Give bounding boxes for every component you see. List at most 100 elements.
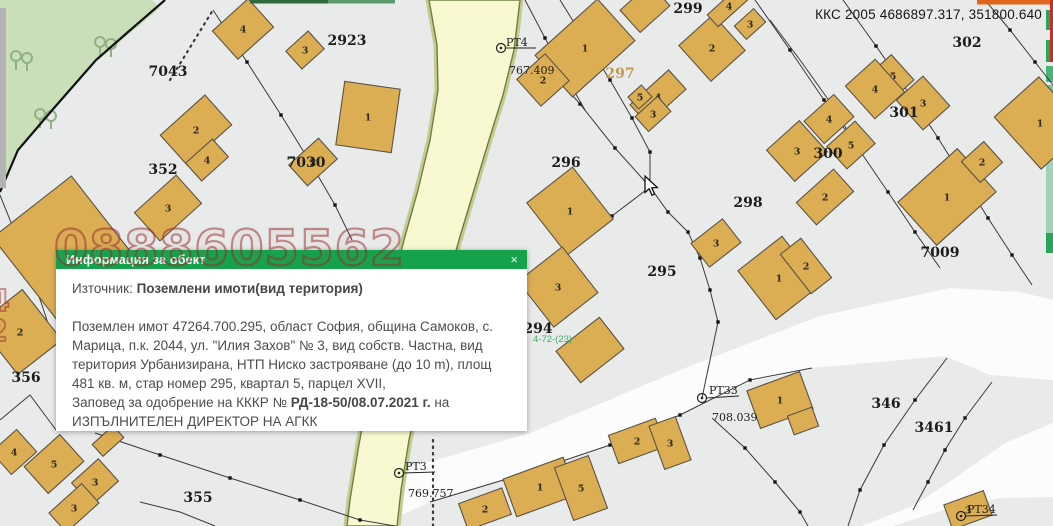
survey-marker-dot xyxy=(858,488,861,491)
building-number: 2 xyxy=(803,262,810,273)
survey-marker-dot xyxy=(963,416,966,419)
building-number: 5 xyxy=(578,484,585,495)
order-suffix: на xyxy=(431,395,450,410)
parcel-label: 356 xyxy=(11,370,40,386)
building-number: 5 xyxy=(637,93,644,104)
floor-annotation: 4-72-(23) xyxy=(533,334,572,345)
building-number: 2 xyxy=(482,505,489,516)
survey-point-center xyxy=(960,515,963,518)
parcel-label: 346 xyxy=(871,396,900,412)
building-number: 4 xyxy=(872,85,879,96)
building-number: 1 xyxy=(365,113,372,124)
survey-marker-dot xyxy=(943,448,946,451)
parcel-label: 296 xyxy=(551,155,580,171)
survey-marker-dot xyxy=(748,378,751,381)
building-number: 3 xyxy=(713,239,720,250)
survey-marker-dot xyxy=(882,443,885,446)
survey-marker-dot xyxy=(708,288,711,291)
parcel-description: Поземлен имот 47264.700.295, област Софи… xyxy=(72,319,493,391)
survey-point-name: РТ4 xyxy=(506,36,528,49)
parcel-label: 355 xyxy=(183,490,212,506)
popup-title: Информация за обект xyxy=(56,253,206,267)
parcel-label: 299 xyxy=(673,1,702,17)
building-number: 3 xyxy=(667,439,674,450)
parcel-label: 297 xyxy=(605,66,634,82)
edge-strip-green xyxy=(1046,233,1053,253)
building-number: 1 xyxy=(944,193,951,204)
survey-point-center xyxy=(500,47,503,50)
building-number: 1 xyxy=(776,274,783,285)
survey-marker-dot xyxy=(936,136,939,139)
info-popup: Информация за обект × Източник: Поземлен… xyxy=(56,250,527,431)
edge-strip-green xyxy=(1046,66,1053,82)
building-number: 2 xyxy=(193,126,200,137)
building-number: 3 xyxy=(71,504,78,515)
parcel-label: 298 xyxy=(733,195,762,211)
popup-source-line: Източник: Поземлени имоти(вид територия) xyxy=(72,279,511,298)
building-number: 3 xyxy=(747,20,754,31)
source-value: Поземлени имоти(вид територия) xyxy=(137,281,363,296)
survey-marker-dot xyxy=(613,146,616,149)
survey-marker-dot xyxy=(798,510,801,513)
building-number: 4 xyxy=(204,156,211,167)
edge-strip-orange xyxy=(977,0,1053,5)
survey-point-name: РТ34 xyxy=(967,503,996,516)
building-number: 3 xyxy=(650,110,657,121)
survey-point-center xyxy=(701,397,704,400)
building-number: 1 xyxy=(777,396,784,407)
building-number: 4 xyxy=(11,448,18,459)
survey-marker-dot xyxy=(716,320,719,323)
parcel-label: 7009 xyxy=(921,245,960,261)
survey-marker-dot xyxy=(886,190,889,193)
survey-point-elevation: 767.409 xyxy=(509,64,555,77)
survey-point-elevation: 708.039 xyxy=(712,411,758,424)
survey-marker-dot xyxy=(686,230,689,233)
survey-marker-dot xyxy=(1010,253,1013,256)
building-number: 4 xyxy=(240,25,247,36)
survey-marker-dot xyxy=(913,398,916,401)
building-number: 2 xyxy=(822,193,829,204)
parcel-label: 3461 xyxy=(915,420,954,436)
popup-close-button[interactable]: × xyxy=(510,251,518,268)
parcel-label: 7043 xyxy=(149,64,188,80)
popup-body: Източник: Поземлени имоти(вид територия)… xyxy=(56,269,527,431)
map-viewport[interactable]: 4312314221224345354345321211331212152334… xyxy=(0,0,1053,526)
building-number: 4 xyxy=(726,2,733,13)
survey-marker-dot xyxy=(543,36,546,39)
parcel-label: 7030 xyxy=(287,155,326,171)
survey-marker-dot xyxy=(822,98,825,101)
survey-marker-dot xyxy=(279,113,282,116)
survey-marker-dot xyxy=(743,446,746,449)
survey-point-name: РТ33 xyxy=(709,384,738,397)
survey-marker-dot xyxy=(773,480,776,483)
survey-marker-dot xyxy=(926,480,929,483)
building-number: 1 xyxy=(567,207,574,218)
popup-description: Поземлен имот 47264.700.295, област Софи… xyxy=(72,317,511,431)
survey-marker-dot xyxy=(666,210,669,213)
survey-marker-dot xyxy=(228,476,231,479)
edge-strip-gray xyxy=(0,8,6,188)
survey-marker-dot xyxy=(358,518,361,521)
building-number: 2 xyxy=(17,328,24,339)
building-number: 3 xyxy=(165,204,172,215)
edge-strip-top-green-light xyxy=(328,0,395,4)
survey-marker-dot xyxy=(874,44,877,47)
popup-header: Информация за обект × xyxy=(56,250,527,269)
coordinate-readout: ККС 2005 4686897.317, 351800.640 xyxy=(815,7,1042,22)
building-number: 1 xyxy=(537,483,544,494)
building-number: 4 xyxy=(826,115,833,126)
order-number: РД-18-50/08.07.2021 г. xyxy=(291,395,431,410)
parcel-label: 352 xyxy=(148,162,177,178)
building-number: 1 xyxy=(1037,119,1044,130)
building-number: 2 xyxy=(634,437,641,448)
survey-marker-dot xyxy=(298,498,301,501)
survey-marker-dot xyxy=(678,413,681,416)
survey-point-elevation: 769.757 xyxy=(408,487,454,500)
building-number: 3 xyxy=(794,147,801,158)
survey-marker-dot xyxy=(630,116,633,119)
director-line: ИЗПЪЛНИТЕЛЕН ДИРЕКТОР НА АГКК xyxy=(72,414,317,429)
survey-marker-dot xyxy=(986,216,989,219)
building-number: 3 xyxy=(92,478,99,489)
parcel-label: 301 xyxy=(889,105,918,121)
building-number: 3 xyxy=(920,99,927,110)
